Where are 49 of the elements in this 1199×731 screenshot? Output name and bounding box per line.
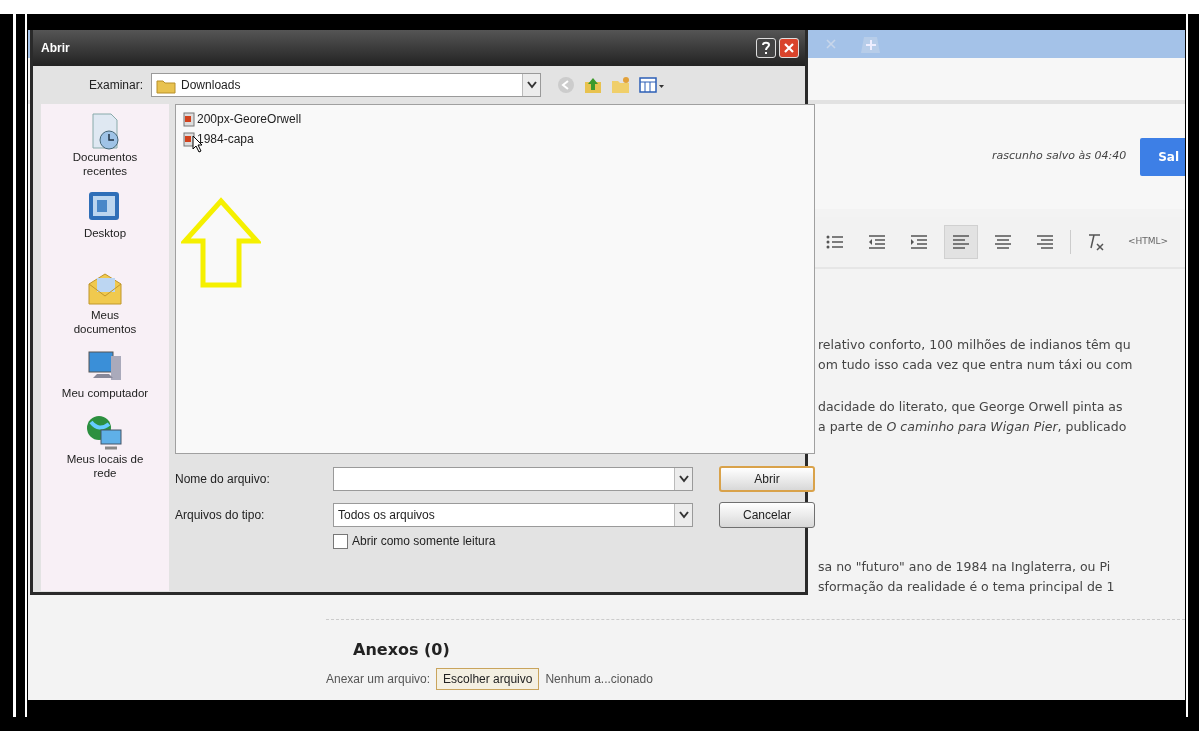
- paragraph-line: dacidade do literato, que George Orwell pinta as: [818, 398, 1124, 416]
- file-status: Nenhum a...cionado: [545, 671, 653, 688]
- paragraph-line: a parte de O caminho para Wigan Pier, publicado: [818, 418, 1128, 436]
- folder-dropdown[interactable]: Downloads: [151, 73, 542, 97]
- open-button[interactable]: Abrir: [719, 466, 815, 492]
- view-menu-icon[interactable]: [639, 76, 666, 94]
- chevron-down-icon: [526, 81, 537, 89]
- window-title: Abrir: [41, 40, 70, 57]
- outdent-icon: [867, 233, 887, 251]
- attach-label: Anexar um arquivo:: [326, 671, 431, 688]
- indent-icon: [909, 233, 929, 251]
- folder-up-icon[interactable]: [583, 76, 604, 94]
- save-button[interactable]: Sal: [1140, 137, 1185, 176]
- places-item[interactable]: Meu computador: [41, 346, 169, 400]
- toolbar-button[interactable]: [944, 225, 978, 259]
- places-item[interactable]: Documentos recentes: [58, 110, 152, 178]
- places-item[interactable]: Meus locais de rede: [58, 412, 152, 480]
- help-button[interactable]: [756, 38, 776, 58]
- chevron-down-icon: [678, 511, 689, 519]
- chevron-down-icon: [678, 475, 689, 483]
- look-in-label: Examinar:: [89, 77, 144, 94]
- readonly-checkbox[interactable]: [333, 533, 348, 549]
- paragraph-line: om tudo isso cada vez que entra num táxi ou com: [818, 356, 1134, 374]
- align-right-icon: [1035, 233, 1055, 251]
- file-type-dropdown[interactable]: Todos os arquivos: [333, 503, 693, 527]
- align-center-icon: [993, 233, 1013, 251]
- draft-status: rascunho salvo às 04:40: [992, 148, 1127, 165]
- paragraph-line: sa no "futuro" ano de 1984 na Inglaterra, ou Pi: [818, 558, 1112, 576]
- paragraph-line: sformação da realidade é o tema principal de 1: [818, 578, 1116, 596]
- paragraph-line: relativo conforto, 100 milhões de indianos têm qu: [818, 336, 1132, 354]
- close-icon: [783, 42, 795, 54]
- image-file-icon: [183, 111, 195, 127]
- attachments-heading: Anexos (0): [353, 639, 451, 661]
- help-icon: [761, 41, 771, 55]
- html-button[interactable]: <HTML>: [1121, 225, 1176, 259]
- align-left-icon: [951, 233, 971, 251]
- file-item[interactable]: 200px-GeoreOrwell: [181, 109, 304, 129]
- choose-file-button[interactable]: Escolher arquivo: [436, 668, 540, 690]
- clear-formatting-icon: [1086, 233, 1106, 251]
- cancel-button[interactable]: Cancelar: [719, 502, 815, 528]
- readonly-label: Abrir como somente leitura: [352, 533, 496, 550]
- file-name-label: Nome do arquivo:: [175, 471, 271, 488]
- folder-name: Downloads: [181, 77, 241, 94]
- file-name-field[interactable]: [333, 467, 693, 491]
- file-type-label: Arquivos do tipo:: [175, 507, 266, 524]
- places-item[interactable]: Desktop: [58, 186, 152, 240]
- places-item[interactable]: Meus documentos: [58, 268, 152, 336]
- bulleted-list-icon: [825, 233, 845, 251]
- close-button[interactable]: [779, 38, 799, 58]
